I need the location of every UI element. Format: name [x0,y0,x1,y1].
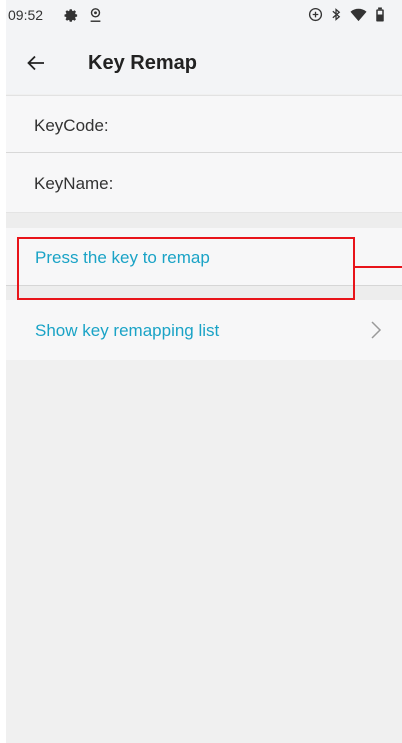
page-title: Key Remap [88,52,197,74]
keyname-label: KeyName: [34,174,114,193]
show-remap-list-item[interactable]: Show key remapping list [6,300,402,360]
arrow-back-icon [27,55,44,71]
show-remap-list-label: Show key remapping list [35,321,220,340]
wifi-icon [350,8,367,21]
keycode-row: KeyCode: [6,95,402,153]
press-key-button[interactable]: Press the key to remap [6,228,402,286]
bluetooth-icon [332,8,341,21]
app-bar: Key Remap [6,32,402,94]
section-divider [6,286,402,300]
annotation-callout-line [355,266,402,268]
section-divider [6,213,402,228]
keycode-label: KeyCode: [34,116,109,135]
status-left-icons [64,7,102,23]
battery-icon [376,7,384,22]
keyname-row: KeyName: [6,153,402,213]
status-bar: 09:52 [6,0,402,32]
screen: 09:52 Key Remap KeyCode: KeyName: Press … [6,0,402,743]
chevron-right-icon [371,321,382,339]
status-right-icons [308,7,385,22]
status-time: 09:52 [8,7,44,23]
press-key-label: Press the key to remap [35,248,210,267]
settings-icon [64,8,78,22]
location-icon [90,8,101,22]
back-button[interactable] [22,49,50,77]
sync-icon [308,7,323,22]
